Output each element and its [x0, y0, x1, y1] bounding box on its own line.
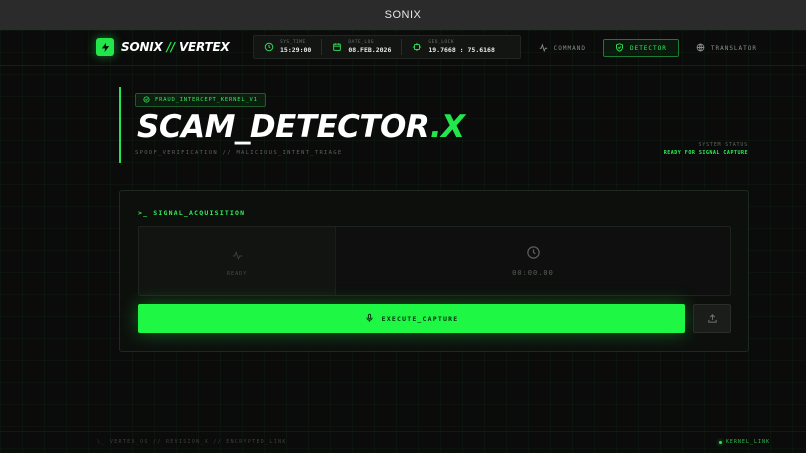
brand-name-right: VERTEX — [178, 40, 230, 54]
footer-right-label: KERNEL_LINK — [725, 439, 770, 445]
brand-slashes: // — [166, 40, 176, 54]
window-title: SONIX — [384, 9, 422, 21]
signal-timer-pane: 00:00.00 — [336, 227, 730, 295]
footer: \_ VERTEX_OS // REVISION_X // ENCRYPTED_… — [0, 431, 806, 453]
stat-sys-time: SYS_TIME 15:29:00 — [254, 39, 321, 55]
system-status: SYSTEM STATUS READY FOR SIGNAL CAPTURE — [664, 142, 748, 157]
shield-icon — [615, 42, 624, 54]
calendar-icon — [332, 42, 342, 52]
status-strip: SYS_TIME 15:29:00 DATE_LOG 08.FEB.2026 G… — [253, 35, 521, 59]
stat-label: GEO_LOCK — [428, 40, 455, 45]
upload-icon — [707, 309, 718, 328]
nav-detector[interactable]: DETECTOR — [602, 39, 679, 57]
clock-icon — [264, 42, 274, 52]
brand-name: SONIX // VERTEX — [121, 40, 230, 54]
upload-button[interactable] — [693, 304, 731, 333]
stopwatch-icon — [526, 245, 541, 264]
bolt-icon — [96, 38, 114, 56]
hero-section: FRAUD_INTERCEPT_KERNEL_V1 SCAM_DETECTOR.… — [119, 87, 465, 163]
brand[interactable]: SONIX // VERTEX — [96, 38, 230, 56]
stat-value: 19.7668 : 75.6168 — [428, 45, 495, 54]
app-root: SONIX // VERTEX SYS_TIME 15:29:00 DATE_L… — [0, 30, 806, 453]
stat-label: DATE_LOG — [348, 40, 374, 45]
kernel-badge: FRAUD_INTERCEPT_KERNEL_V1 — [135, 93, 266, 107]
signal-status-pane: READY — [139, 227, 336, 295]
signal-display: READY 00:00.00 — [138, 226, 731, 296]
nav-label: COMMAND — [553, 44, 586, 52]
pulse-icon — [539, 42, 548, 54]
page-title: SCAM_DETECTOR.X — [137, 112, 465, 143]
brand-name-left: SONIX — [121, 40, 163, 54]
shield-check-icon — [143, 95, 150, 105]
panel-title-label: SIGNAL_ACQUISITION — [153, 209, 246, 217]
nav-label: DETECTOR — [629, 44, 667, 52]
nav-translator[interactable]: TRANSLATOR — [689, 39, 764, 57]
pulse-icon — [232, 246, 243, 265]
crosshair-icon — [412, 42, 422, 52]
stat-value: 15:29:00 — [280, 45, 312, 54]
system-status-value: READY FOR SIGNAL CAPTURE — [663, 149, 748, 156]
stat-date-log: DATE_LOG 08.FEB.2026 — [321, 39, 401, 55]
panel-title: >_ SIGNAL_ACQUISITION — [138, 209, 245, 217]
terminal-prompt-icon: >_ — [138, 209, 149, 217]
stat-geo-lock: GEO_LOCK 19.7668 : 75.6168 — [401, 39, 505, 55]
execute-capture-button[interactable]: EXECUTE_CAPTURE — [138, 304, 685, 333]
kernel-badge-label: FRAUD_INTERCEPT_KERNEL_V1 — [155, 97, 258, 103]
main-nav: COMMAND DETECTOR TRANSLATOR — [532, 39, 764, 57]
page-title-main: SCAM_DETECTOR — [137, 109, 430, 145]
signal-status-text: READY — [226, 270, 248, 277]
signal-timer: 00:00.00 — [512, 269, 554, 277]
page-subtitle: SPOOF_VERIFICATION // MALICIOUS_INTENT_T… — [135, 150, 343, 156]
execute-capture-label: EXECUTE_CAPTURE — [381, 314, 459, 323]
signal-acquisition-panel: >_ SIGNAL_ACQUISITION READY 00:00.00 EXE… — [119, 190, 749, 352]
footer-left: \_ VERTEX_OS // REVISION_X // ENCRYPTED_… — [97, 439, 287, 445]
nav-label: TRANSLATOR — [710, 44, 757, 52]
top-navigation: SONIX // VERTEX SYS_TIME 15:29:00 DATE_L… — [0, 30, 806, 66]
microphone-icon — [365, 313, 374, 325]
globe-icon — [696, 43, 705, 54]
stat-value: 08.FEB.2026 — [348, 45, 392, 54]
stat-label: SYS_TIME — [280, 40, 306, 45]
nav-command[interactable]: COMMAND — [532, 39, 593, 57]
status-dot-icon — [718, 440, 722, 444]
system-status-label: SYSTEM STATUS — [698, 142, 748, 148]
footer-right: KERNEL_LINK — [718, 439, 770, 445]
window-title-bar: SONIX — [0, 0, 806, 30]
page-title-accent: .X — [429, 109, 465, 145]
